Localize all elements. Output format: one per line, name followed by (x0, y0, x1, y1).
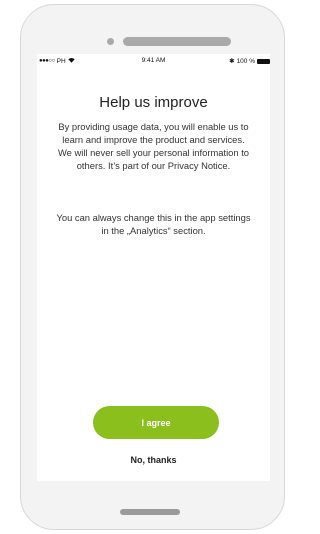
app-screen: ●●●○○ PH 9:41 AM ✱ 100 % Help us improve… (37, 54, 270, 481)
decline-button[interactable]: No, thanks (37, 455, 270, 465)
agree-button[interactable]: I agree (93, 406, 219, 439)
settings-note-line-1: You can always change this in the app se… (56, 212, 251, 223)
explanation-line: learn and improve the product and servic… (62, 134, 245, 145)
settings-note-line-2: in the „Analytics“ section. (101, 225, 206, 236)
speaker-grille (123, 37, 231, 46)
camera-icon (107, 38, 114, 45)
status-right: ✱ 100 % (229, 57, 270, 65)
page-title: Help us improve (99, 94, 208, 111)
explanation-line: By providing usage data, you will enable… (58, 121, 249, 132)
status-bar: ●●●○○ PH 9:41 AM ✱ 100 % (37, 54, 270, 68)
home-indicator[interactable] (120, 509, 180, 515)
privacy-explanation: By providing usage data, you will enable… (37, 120, 270, 172)
bluetooth-icon: ✱ (229, 58, 235, 65)
battery-percent: 100 % (236, 57, 255, 65)
battery-icon (257, 58, 270, 64)
explanation-line: We will never sell your personal informa… (57, 147, 250, 158)
explanation-line: others. It’s part of our Privacy Notice. (76, 160, 231, 171)
